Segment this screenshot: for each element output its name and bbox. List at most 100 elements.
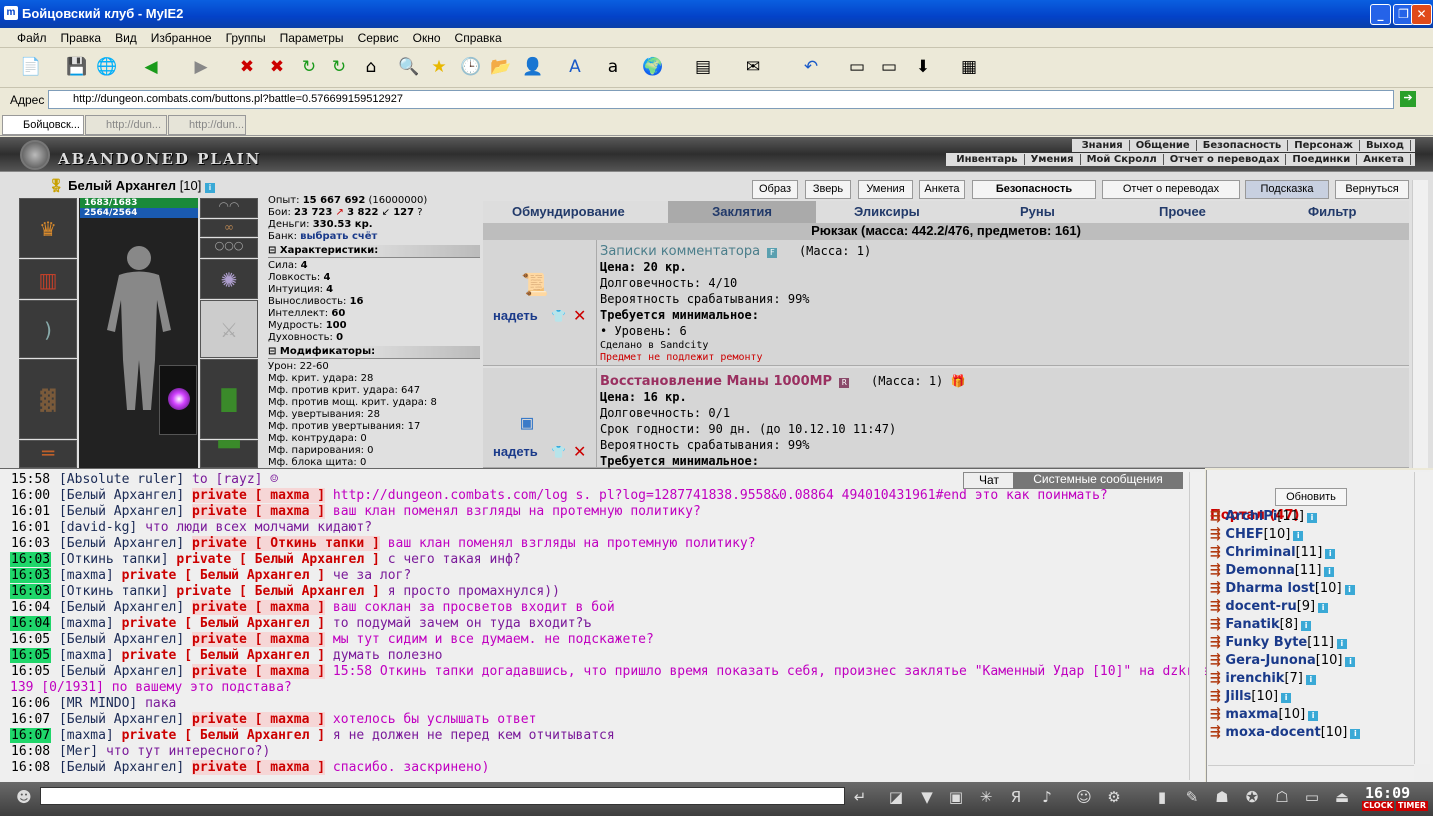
put-on-link[interactable]: надеть xyxy=(493,444,538,459)
link-profile[interactable]: Анкета xyxy=(1357,154,1411,165)
menu-edit[interactable]: Правка xyxy=(54,28,109,48)
link-transfer-report[interactable]: Отчет о переводах xyxy=(1163,154,1287,165)
delete-icon[interactable]: ✕ xyxy=(573,442,586,461)
user-icon[interactable]: 👤 xyxy=(520,54,546,80)
menu-options[interactable]: Параметры xyxy=(273,28,351,48)
close-button[interactable]: ✕ xyxy=(1411,4,1432,25)
chat-nick[interactable]: [Absolute ruler] xyxy=(59,472,184,487)
chat-nick[interactable]: [maxma] xyxy=(59,648,114,663)
info-icon[interactable]: i xyxy=(205,183,215,193)
refresh-all-icon[interactable]: ↻ xyxy=(326,54,352,80)
item-name[interactable]: Восстановление Маны 1000MP xyxy=(600,374,832,389)
armor-slot[interactable]: ▓ xyxy=(19,359,77,439)
scroll-tool-icon[interactable]: ✎ xyxy=(1180,785,1204,809)
tab-equipment[interactable]: Обмундирование xyxy=(512,204,625,219)
refresh-users-button[interactable]: Обновить xyxy=(1275,488,1347,506)
minimize-button[interactable]: _ xyxy=(1370,4,1391,25)
user-name[interactable]: ArchiPi xyxy=(1225,509,1277,524)
forward-icon[interactable]: ▶ xyxy=(188,54,214,80)
font-icon[interactable]: A xyxy=(562,54,588,80)
menu-tools[interactable]: Сервис xyxy=(351,28,406,48)
link-my-scroll[interactable]: Мой Скролл xyxy=(1080,154,1164,165)
chat-nick[interactable]: [Белый Архангел] xyxy=(59,600,184,615)
link-inventory[interactable]: Инвентарь xyxy=(950,154,1025,165)
tab-spells[interactable]: Заклятия xyxy=(668,201,816,223)
hint-button[interactable]: Подсказка xyxy=(1245,180,1329,199)
user-info-icon[interactable]: i xyxy=(1301,621,1312,631)
link-duels[interactable]: Поединки xyxy=(1286,154,1358,165)
search-icon[interactable]: 🔍 xyxy=(396,54,422,80)
menu-favorites[interactable]: Избранное xyxy=(144,28,219,48)
belt-slot[interactable]: ═ xyxy=(19,440,77,468)
chat-nick[interactable]: [Белый Архангел] xyxy=(59,760,184,775)
log-icon[interactable]: ▣ xyxy=(944,785,968,809)
address-input[interactable]: http://dungeon.combats.com/buttons.pl?ba… xyxy=(48,90,1394,109)
friends-icon[interactable]: ☗ xyxy=(1210,785,1234,809)
stop-icon[interactable]: ✖ xyxy=(234,54,260,80)
go-icon[interactable]: ➔ xyxy=(1400,91,1416,107)
translit-icon[interactable]: Я xyxy=(1004,785,1028,809)
send-icon[interactable]: ↵ xyxy=(848,785,872,809)
link-skills[interactable]: Умения xyxy=(1024,154,1081,165)
gift-tool-icon[interactable]: ☖ xyxy=(1270,785,1294,809)
quest-icon[interactable]: ✪ xyxy=(1240,785,1264,809)
menu-help[interactable]: Справка xyxy=(448,28,509,48)
link-security[interactable]: Безопасность xyxy=(1196,140,1289,151)
sound-icon[interactable]: ♪ xyxy=(1035,785,1059,809)
private-arrow-icon[interactable]: ⇶ xyxy=(1210,545,1225,560)
bag-icon[interactable]: ▮ xyxy=(1150,785,1174,809)
weapon-slot[interactable]: ) xyxy=(19,300,77,358)
tab-elixirs[interactable]: Эликсиры xyxy=(854,204,920,219)
new-page-icon[interactable]: 📄 xyxy=(18,54,44,80)
transfer-report-button[interactable]: Отчет о переводах xyxy=(1102,180,1240,199)
pet-button[interactable]: Зверь xyxy=(805,180,851,199)
home-icon[interactable]: ⌂ xyxy=(358,54,384,80)
menu-window[interactable]: Окно xyxy=(406,28,448,48)
chat-nick[interactable]: [Mer] xyxy=(59,744,98,759)
chat-private-tag[interactable]: private [ maxma ] xyxy=(192,760,326,775)
users-scrollbar[interactable] xyxy=(1414,472,1430,764)
save-web-icon[interactable]: 🌐 xyxy=(94,54,120,80)
user-info-icon[interactable]: i xyxy=(1325,549,1336,559)
profile-button[interactable]: Анкета xyxy=(919,180,965,199)
window-icon[interactable]: ▭ xyxy=(844,54,870,80)
pants-slot[interactable]: ▐▌ xyxy=(200,359,258,439)
put-on-link[interactable]: надеть xyxy=(493,308,538,323)
chat-nick[interactable]: [Белый Архангел] xyxy=(59,632,184,647)
characteristics-header[interactable]: ⊟ Характеристики: xyxy=(268,245,480,258)
user-info-icon[interactable]: i xyxy=(1308,711,1319,721)
delete-icon[interactable]: ✕ xyxy=(573,306,586,325)
menu-groups[interactable]: Группы xyxy=(219,28,273,48)
chat-private-tag[interactable]: private [ Белый Архангел ] xyxy=(176,584,380,599)
chat-nick[interactable]: [Белый Архангел] xyxy=(59,504,184,519)
appearance-button[interactable]: Образ xyxy=(752,180,798,199)
download-icon[interactable]: ⬇ xyxy=(910,54,936,80)
bank-select-link[interactable]: выбрать счёт xyxy=(300,231,377,242)
chat-private-tag[interactable]: private [ maxma ] xyxy=(192,632,326,647)
chat-nick[interactable]: [Откинь тапки] xyxy=(59,584,169,599)
exit-icon[interactable]: ⏏ xyxy=(1330,785,1354,809)
chat-nick[interactable]: [Белый Архангел] xyxy=(59,536,184,551)
user-name[interactable]: irenchik xyxy=(1225,671,1284,686)
browser-tab-2[interactable]: http://dun... xyxy=(85,115,167,135)
chat-private-tag[interactable]: private [ Белый Архангел ] xyxy=(122,648,326,663)
chat-nick[interactable]: [maxma] xyxy=(59,728,114,743)
gloves-slot[interactable]: ✺ xyxy=(200,259,258,299)
chat-nick[interactable]: [Белый Архангел] xyxy=(59,664,184,679)
chat-private-tag[interactable]: private [ maxma ] xyxy=(192,504,326,519)
user-info-icon[interactable]: i xyxy=(1318,603,1329,613)
private-arrow-icon[interactable]: ⇶ xyxy=(1210,617,1225,632)
walk-icon[interactable]: ✳ xyxy=(974,785,998,809)
user-name[interactable]: maxma xyxy=(1225,707,1278,722)
eraser-icon[interactable]: ◪ xyxy=(884,785,908,809)
menu-view[interactable]: Вид xyxy=(108,28,144,48)
chat-private-tag[interactable]: private [ maxma ] xyxy=(192,664,326,679)
user-info-icon[interactable]: i xyxy=(1324,567,1335,577)
chat-input[interactable] xyxy=(40,787,845,805)
tab-runes[interactable]: Руны xyxy=(1020,204,1055,219)
chat-private-tag[interactable]: private [ Белый Архангел ] xyxy=(122,728,326,743)
chat-nick[interactable]: [MR MINDO] xyxy=(59,696,137,711)
chat-nick[interactable]: [david-kg] xyxy=(59,520,137,535)
private-arrow-icon[interactable]: ⇶ xyxy=(1210,725,1225,740)
user-info-icon[interactable]: i xyxy=(1281,693,1292,703)
